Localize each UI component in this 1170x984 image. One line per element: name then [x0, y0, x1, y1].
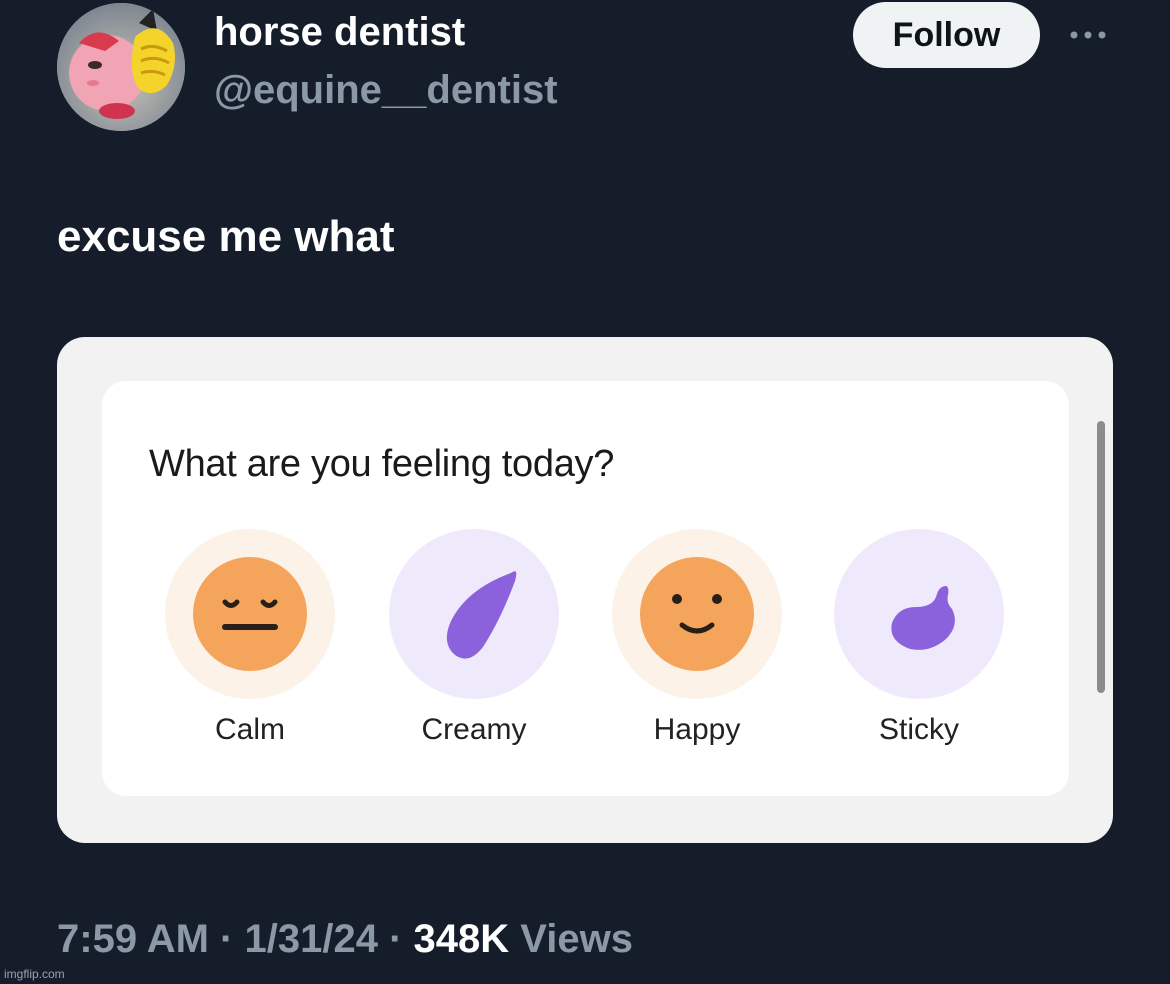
scrollbar[interactable]: [1097, 421, 1105, 693]
mood-label: Creamy: [421, 713, 527, 746]
happy-face-icon: [640, 557, 754, 671]
views-label: Views: [520, 917, 633, 961]
meta-separator: ·: [389, 917, 403, 961]
tweet-text: excuse me what: [57, 212, 395, 261]
follow-button[interactable]: Follow: [853, 2, 1040, 68]
tweet-time[interactable]: 7:59 AM: [57, 917, 209, 961]
watermark: imgflip.com: [4, 967, 65, 981]
avatar[interactable]: [57, 3, 185, 131]
mood-option-calm[interactable]: Calm: [165, 529, 335, 769]
mood-option-creamy[interactable]: Creamy: [389, 529, 559, 769]
mood-question: What are you feeling today?: [149, 443, 615, 485]
tweet-meta: 7:59 AM · 1/31/24 · 348K Views: [57, 917, 633, 962]
calm-face-icon: [193, 557, 307, 671]
more-options-button[interactable]: [1062, 18, 1114, 52]
avatar-cartoon-characters-icon: [57, 3, 185, 131]
mood-option-sticky[interactable]: Sticky: [834, 529, 1004, 769]
mood-option-happy[interactable]: Happy: [612, 529, 782, 769]
tweet-page: horse dentist @equine__dentist Follow ex…: [0, 0, 1170, 984]
meta-separator: ·: [220, 917, 234, 961]
views-count: 348K: [413, 917, 510, 961]
mood-label: Sticky: [878, 713, 959, 746]
mood-label: Happy: [653, 713, 741, 746]
mood-picker-card: What are you feeling today? Calm Creamy …: [102, 381, 1069, 796]
display-name[interactable]: horse dentist: [214, 10, 465, 55]
purple-drop-icon: [446, 571, 517, 659]
mood-label: Calm: [214, 713, 285, 746]
tweet-date[interactable]: 1/31/24: [244, 917, 377, 961]
purple-drop-curled-icon: [891, 586, 955, 650]
user-handle[interactable]: @equine__dentist: [214, 68, 558, 113]
more-options-icon: [1070, 31, 1106, 39]
tweet-media[interactable]: What are you feeling today? Calm Creamy …: [57, 337, 1113, 843]
